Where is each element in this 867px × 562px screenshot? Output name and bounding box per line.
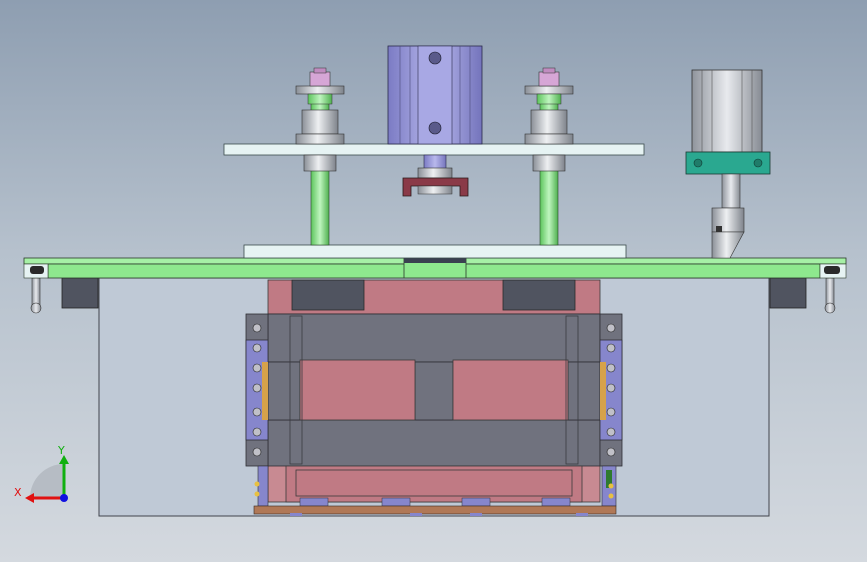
pink-window-left[interactable] [299, 359, 416, 421]
side-bracket-right[interactable] [599, 313, 623, 467]
linear-bearing-left[interactable] [295, 67, 345, 172]
cad-assembly-front-view[interactable]: Y X [0, 0, 867, 562]
grey-frame[interactable] [267, 313, 601, 503]
triad-x-arrow [25, 493, 34, 503]
pale-spacer-plate[interactable] [243, 244, 627, 259]
side-block-right[interactable] [769, 277, 807, 309]
gripper-clamp[interactable] [402, 177, 469, 197]
right-air-cylinder[interactable] [685, 69, 771, 259]
locating-pin-right[interactable] [824, 277, 836, 314]
triad-z-axis [60, 494, 68, 502]
side-block-left[interactable] [61, 277, 99, 309]
triad-quadrant [30, 464, 64, 498]
cad-viewport[interactable]: Y X [0, 0, 867, 562]
triad-x-label: X [14, 486, 22, 499]
locating-pin-left[interactable] [30, 277, 42, 314]
pink-window-right[interactable] [452, 359, 569, 421]
center-air-cylinder[interactable] [387, 45, 483, 179]
dark-block-right[interactable] [502, 279, 576, 311]
coordinate-triad: Y X [14, 444, 69, 503]
dark-block-left[interactable] [291, 279, 365, 311]
triad-y-label: Y [57, 444, 65, 457]
main-green-plate[interactable] [23, 257, 847, 279]
linear-bearing-right[interactable] [524, 67, 574, 172]
upper-plate[interactable] [223, 143, 645, 156]
side-bracket-left[interactable] [245, 313, 269, 467]
